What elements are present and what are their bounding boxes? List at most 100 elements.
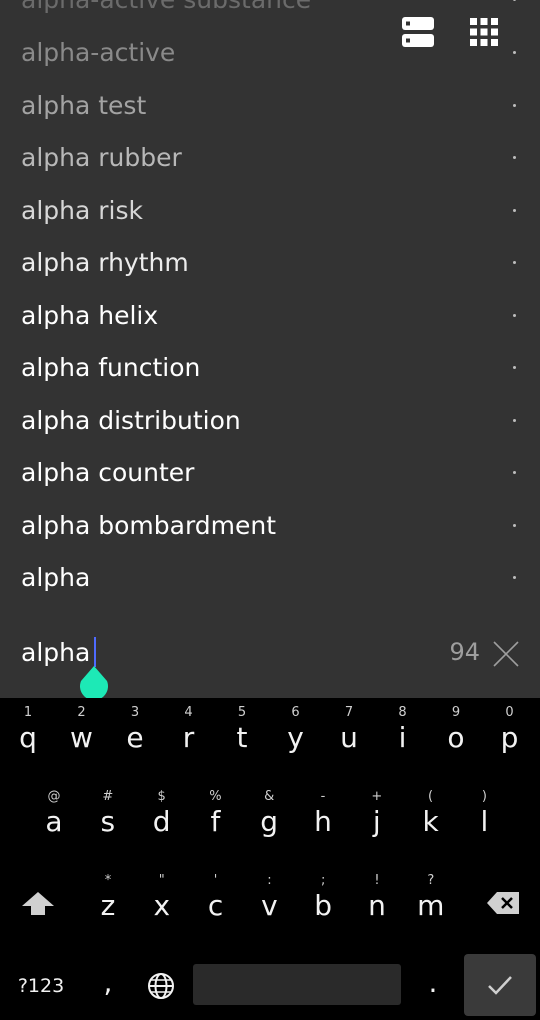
suggestion-item[interactable]: alpha test — [0, 80, 540, 132]
key-hint: 8 — [398, 705, 407, 720]
key-label: k — [422, 805, 439, 838]
globe-icon[interactable] — [144, 970, 178, 1004]
suggestion-label: alpha test — [21, 91, 147, 120]
key-m[interactable]: ? m — [409, 866, 453, 932]
key-hint: ? — [427, 873, 435, 888]
key-y[interactable]: 6y — [274, 698, 318, 764]
key-d[interactable]: $ d — [140, 782, 184, 848]
key-x[interactable]: " x — [140, 866, 184, 932]
suggestion-label: alpha — [21, 563, 91, 592]
key-label: d — [152, 805, 171, 838]
key-hint: 4 — [184, 705, 193, 720]
more-dot-icon[interactable] — [513, 314, 516, 317]
key-label: j — [372, 805, 381, 838]
clear-icon[interactable] — [492, 640, 520, 668]
checkmark-icon — [488, 976, 512, 995]
more-dot-icon[interactable] — [513, 366, 516, 369]
key-hint: * — [104, 873, 112, 888]
key-p[interactable]: 0p — [488, 698, 532, 764]
key-label: a — [45, 805, 63, 838]
key-hint: 2 — [77, 705, 86, 720]
suggestion-item[interactable]: alpha helix — [0, 290, 540, 342]
backspace-icon — [487, 892, 519, 914]
key-b[interactable]: ; b — [301, 866, 345, 932]
key-hint: 5 — [237, 705, 247, 720]
more-dot-icon[interactable] — [513, 104, 516, 107]
key-label: x — [153, 889, 171, 922]
key-hint: 0 — [505, 705, 514, 720]
key-hint: ( — [428, 789, 434, 804]
suggestion-label: alpha rubber — [21, 143, 182, 172]
key-label: n — [368, 889, 386, 922]
list-view-icon[interactable] — [402, 16, 434, 48]
more-dot-icon[interactable] — [513, 261, 516, 264]
shift-key[interactable] — [18, 888, 58, 922]
key-label: w — [70, 721, 93, 754]
key-u[interactable]: 7u — [327, 698, 371, 764]
key-l[interactable]: ) l — [462, 782, 506, 848]
key-label: p — [500, 721, 519, 754]
text-caret — [94, 637, 96, 667]
more-dot-icon[interactable] — [513, 51, 516, 54]
key-o[interactable]: 9o — [434, 698, 478, 764]
key-j[interactable]: + j — [355, 782, 399, 848]
grid-view-icon[interactable] — [468, 16, 500, 48]
key-k[interactable]: (k — [409, 782, 453, 848]
more-dot-icon[interactable] — [513, 524, 516, 527]
key-a[interactable]: @ a — [32, 782, 76, 848]
suggestion-label: alpha-active substance — [21, 0, 311, 26]
key-i[interactable]: 8i — [381, 698, 425, 764]
symbols-key[interactable]: ?123 — [10, 970, 72, 1000]
key-hint: 1 — [23, 705, 33, 720]
backspace-key[interactable] — [484, 888, 524, 918]
key-hint: $ — [157, 789, 166, 804]
view-toggle — [402, 16, 500, 48]
key-hint: 6 — [291, 705, 300, 720]
key-f[interactable]: % f — [193, 782, 237, 848]
suggestion-item[interactable]: alpha rubber — [0, 132, 540, 184]
key-r[interactable]: 4r — [167, 698, 211, 764]
key-hint: 7 — [344, 705, 354, 720]
key-q[interactable]: 1q — [6, 698, 50, 764]
space-bar[interactable] — [193, 964, 401, 1005]
comma-key[interactable]: , — [88, 960, 128, 1004]
period-key[interactable]: . — [414, 960, 452, 1004]
more-dot-icon[interactable] — [513, 471, 516, 474]
more-dot-icon[interactable] — [513, 0, 516, 1]
more-dot-icon[interactable] — [513, 419, 516, 422]
key-hint: 3 — [130, 705, 140, 720]
key-e[interactable]: 3e — [113, 698, 157, 764]
suggestion-item[interactable]: alpha distribution — [0, 395, 540, 447]
key-n[interactable]: ! n — [355, 866, 399, 932]
enter-key[interactable] — [464, 954, 536, 1016]
key-z[interactable]: * z — [86, 866, 130, 932]
key-w[interactable]: 2w — [60, 698, 104, 764]
search-input[interactable]: alpha — [21, 638, 90, 667]
key-label: b — [314, 889, 333, 922]
key-hint: " — [158, 873, 165, 888]
suggestion-item[interactable]: alpha — [0, 552, 540, 604]
suggestion-list: alpha-active substance alpha-active alpha … — [0, 0, 540, 610]
key-v[interactable]: :v — [247, 866, 291, 932]
key-c[interactable]: ' c — [194, 866, 238, 932]
suggestion-item[interactable]: alpha bombardment — [0, 500, 540, 552]
more-dot-icon[interactable] — [513, 156, 516, 159]
suggestion-item[interactable]: alpha function — [0, 342, 540, 394]
suggestion-item[interactable]: alpha rhythm — [0, 237, 540, 289]
key-label: h — [314, 805, 332, 838]
suggestion-label: alpha risk — [21, 196, 143, 225]
suggestion-item[interactable]: alpha counter — [0, 447, 540, 499]
cursor-handle[interactable] — [79, 666, 109, 701]
key-g[interactable]: & g — [247, 782, 291, 848]
key-t[interactable]: 5t — [220, 698, 264, 764]
key-label: t — [236, 721, 248, 754]
suggestion-label: alpha rhythm — [21, 248, 189, 277]
more-dot-icon[interactable] — [513, 576, 516, 579]
more-dot-icon[interactable] — [513, 209, 516, 212]
key-label: v — [261, 889, 278, 922]
key-s[interactable]: # s — [86, 782, 130, 848]
key-h[interactable]: -h — [301, 782, 345, 848]
suggestion-item[interactable]: alpha risk — [0, 185, 540, 237]
key-label: y — [287, 721, 304, 754]
keyboard: ?123 , . 1 q 2 w 3 e 4 r 5 t 6 y 7 u 8 i 9 o 0 p @ a # s $ d% f & g - — [0, 698, 540, 1020]
